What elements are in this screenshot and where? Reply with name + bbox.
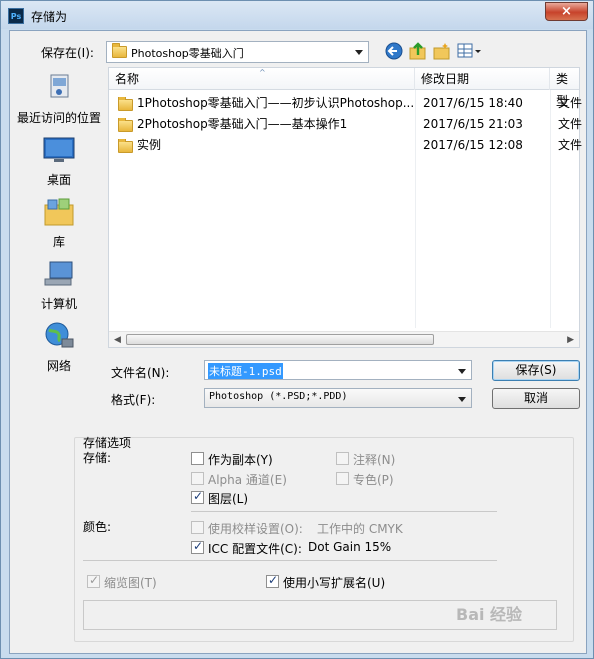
save-in-dropdown[interactable]: Photoshop零基础入门 [106, 41, 369, 63]
scrollbar-thumb[interactable] [126, 334, 434, 345]
place-libraries[interactable]: 库 [10, 197, 108, 250]
recent-places-icon [50, 74, 69, 98]
back-icon[interactable] [384, 41, 404, 61]
proof-setup-checkbox[interactable] [191, 521, 204, 534]
place-desktop[interactable]: 桌面 [10, 135, 108, 188]
computer-icon [44, 261, 73, 286]
scroll-right-icon[interactable]: ▶ [567, 335, 574, 345]
view-menu-icon[interactable] [456, 41, 482, 61]
save-in-label: 保存在(I): [41, 46, 94, 60]
libraries-icon [44, 198, 74, 226]
window-title: 存储为 [31, 10, 68, 24]
place-computer[interactable]: 计算机 [10, 259, 108, 312]
format-label: 格式(F): [111, 393, 156, 407]
folder-icon [118, 139, 133, 160]
divider [191, 511, 497, 512]
network-icon [45, 322, 74, 348]
close-button[interactable]: × [545, 2, 588, 21]
places-bar: 最近访问的位置 桌面 库 计算机 网络 [10, 67, 108, 427]
file-list[interactable]: 名称 ^ 修改日期 类型 1Photoshop零基础入门——初步认识Photos… [108, 67, 582, 348]
baidu-watermark: Bai 经验 [456, 605, 523, 624]
file-row[interactable]: 实例 2017/6/15 12:08 文件 [109, 135, 582, 156]
horizontal-scrollbar[interactable]: ◀ ▶ [109, 331, 579, 347]
place-recent[interactable]: 最近访问的位置 [10, 73, 108, 126]
icc-profile-checkbox[interactable]: ✓ [191, 539, 204, 554]
chevron-down-icon[interactable] [355, 50, 363, 55]
checkmark-icon: ✓ [193, 489, 204, 503]
checkmark-icon: ✓ [193, 539, 204, 553]
divider [83, 560, 497, 561]
column-type[interactable]: 类型 [550, 68, 579, 108]
column-date[interactable]: 修改日期 [415, 68, 550, 90]
filename-label: 文件名(N): [111, 366, 170, 380]
save-as-dialog: Ps 存储为 × 保存在(I): Photoshop零基础入门 最近访问的位置 … [0, 0, 594, 659]
layers-checkbox[interactable]: ✓ [191, 489, 204, 504]
checkmark-icon: ✓ [268, 573, 279, 587]
sort-up-icon: ^ [259, 68, 266, 77]
as-copy-checkbox[interactable] [191, 452, 204, 465]
place-network[interactable]: 网络 [10, 321, 108, 374]
cancel-button[interactable]: 取消 [492, 388, 580, 409]
save-button[interactable]: 保存(S) [492, 360, 580, 381]
checkmark-icon: ✓ [89, 573, 100, 587]
format-dropdown[interactable]: Photoshop (*.PSD;*.PDD) [204, 388, 472, 408]
photoshop-app-icon: Ps [8, 8, 24, 24]
file-row[interactable]: 2Photoshop零基础入门——基本操作1 2017/6/15 21:03 文… [109, 114, 582, 135]
title-bar[interactable]: Ps 存储为 × [1, 1, 593, 29]
dialog-body: 保存在(I): Photoshop零基础入门 最近访问的位置 桌面 库 计算机 … [9, 30, 587, 654]
notes-checkbox[interactable] [336, 452, 349, 465]
save-label: 存储: [83, 451, 112, 465]
thumbnail-checkbox[interactable]: ✓ [87, 573, 100, 588]
file-row[interactable]: 1Photoshop零基础入门——初步认识Photoshop... 2017/6… [109, 93, 582, 114]
color-label: 颜色: [83, 520, 112, 534]
spot-colors-checkbox[interactable] [336, 472, 349, 485]
scroll-left-icon[interactable]: ◀ [114, 335, 121, 345]
up-folder-icon[interactable] [408, 41, 428, 61]
filename-input[interactable]: 未标题-1.psd [204, 360, 472, 380]
folder-icon [112, 43, 127, 58]
chevron-down-icon[interactable] [458, 369, 466, 374]
alpha-channels-checkbox[interactable] [191, 472, 204, 485]
chevron-down-icon[interactable] [458, 397, 466, 402]
desktop-icon [43, 137, 75, 162]
new-folder-icon[interactable] [432, 41, 452, 61]
file-list-header: 名称 ^ 修改日期 类型 [109, 68, 579, 108]
lowercase-extension-checkbox[interactable]: ✓ [266, 573, 279, 588]
